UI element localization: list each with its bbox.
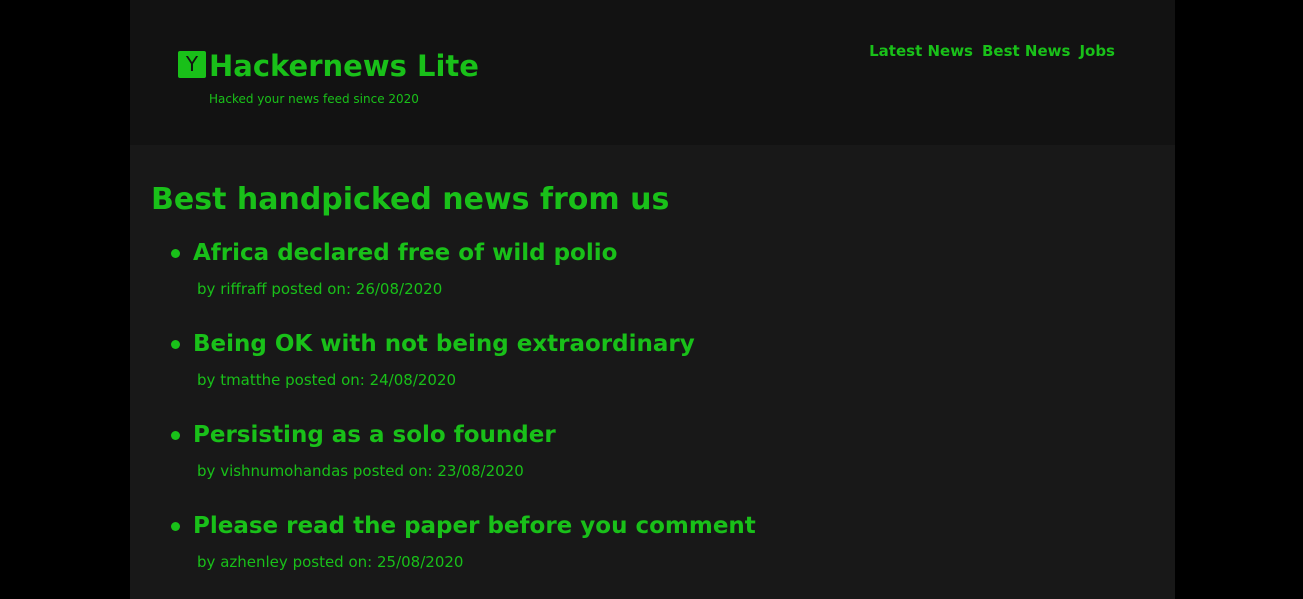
- author-link[interactable]: tmatthe: [220, 371, 280, 389]
- posted-label: posted on:: [271, 280, 351, 298]
- logo-icon[interactable]: Y: [178, 51, 206, 78]
- author-link[interactable]: riffraff: [220, 280, 266, 298]
- page-container: Y Hackernews Lite Hacked your news feed …: [130, 0, 1175, 599]
- post-date: 25/08/2020: [377, 553, 464, 571]
- news-meta: by vishnumohandas posted on: 23/08/2020: [197, 460, 524, 482]
- bullet-icon: [171, 249, 180, 258]
- site-tagline: Hacked your news feed since 2020: [209, 92, 419, 106]
- news-title-link[interactable]: Persisting as a solo founder: [193, 418, 556, 452]
- nav-best-news[interactable]: Best News: [982, 41, 1070, 61]
- posted-label: posted on:: [292, 553, 373, 571]
- nav-latest-news[interactable]: Latest News: [869, 41, 973, 61]
- site-title[interactable]: Hackernews Lite: [209, 47, 479, 85]
- by-label: by: [197, 280, 216, 298]
- author-link[interactable]: azhenley: [220, 553, 288, 571]
- news-meta: by riffraff posted on: 26/08/2020: [197, 278, 442, 300]
- news-title-link[interactable]: Please read the paper before you comment: [193, 509, 756, 543]
- bullet-icon: [171, 431, 180, 440]
- site-header: Y Hackernews Lite Hacked your news feed …: [130, 0, 1175, 145]
- page-heading: Best handpicked news from us: [151, 182, 670, 217]
- news-meta: by tmatthe posted on: 24/08/2020: [197, 369, 456, 391]
- post-date: 23/08/2020: [437, 462, 524, 480]
- news-title-link[interactable]: Being OK with not being extraordinary: [193, 327, 695, 361]
- post-date: 26/08/2020: [355, 280, 443, 298]
- bullet-icon: [171, 340, 180, 349]
- posted-label: posted on:: [352, 462, 433, 480]
- nav-jobs[interactable]: Jobs: [1079, 41, 1115, 61]
- main-nav: Latest News Best News Jobs: [869, 41, 1115, 61]
- posted-label: posted on:: [285, 371, 365, 389]
- news-title-link[interactable]: Africa declared free of wild polio: [193, 236, 617, 270]
- author-link[interactable]: vishnumohandas: [220, 462, 348, 480]
- news-meta: by azhenley posted on: 25/08/2020: [197, 551, 463, 573]
- bullet-icon: [171, 522, 180, 531]
- by-label: by: [197, 462, 216, 480]
- post-date: 24/08/2020: [369, 371, 457, 389]
- by-label: by: [197, 553, 216, 571]
- by-label: by: [197, 371, 216, 389]
